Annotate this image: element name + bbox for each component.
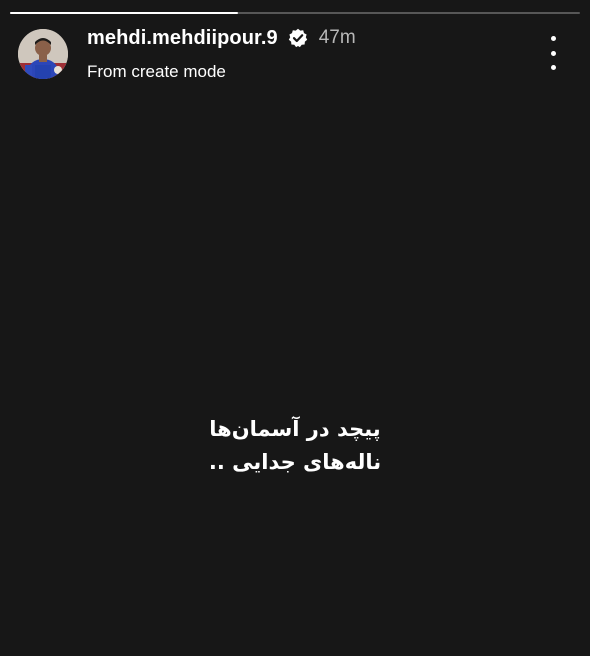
avatar-image xyxy=(18,29,68,79)
username[interactable]: mehdi.mehdiipour.9 xyxy=(87,27,278,50)
more-options-button[interactable] xyxy=(540,36,566,70)
post-time: 47m xyxy=(318,27,356,48)
more-vertical-icon-dot xyxy=(550,65,556,70)
story-subtitle[interactable]: From create mode xyxy=(87,62,356,82)
story-text-line-1: پیچد در آسمان‌ها xyxy=(209,417,381,441)
more-vertical-icon-dot xyxy=(550,50,556,56)
story-header: mehdi.mehdiipour.9 47m From create mode xyxy=(87,26,356,82)
more-vertical-icon xyxy=(550,36,556,41)
story-progress-fill xyxy=(10,12,238,14)
story-text-line-2: ناله‌های جدایی .. xyxy=(208,450,382,474)
story-viewer[interactable]: mehdi.mehdiipour.9 47m From create mode … xyxy=(0,0,590,656)
verified-badge-icon xyxy=(288,28,308,48)
story-progress-bar xyxy=(10,12,580,14)
story-text: پیچد در آسمان‌ها ناله‌های جدایی .. xyxy=(0,413,590,479)
avatar[interactable] xyxy=(18,29,68,79)
